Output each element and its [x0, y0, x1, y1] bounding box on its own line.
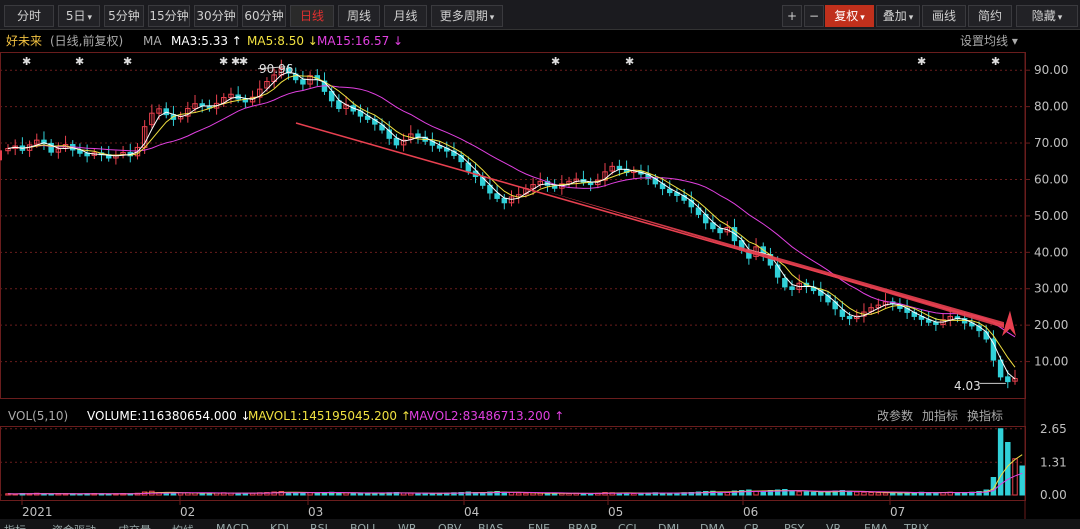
price-tick-label: 30.00 — [1034, 282, 1068, 296]
candle-body — [393, 137, 400, 146]
price-tick-label: 60.00 — [1034, 172, 1068, 186]
trend-arrow-icon — [1002, 310, 1016, 337]
price-tick-label: 20.00 — [1034, 318, 1068, 332]
volume-bar — [861, 491, 867, 496]
date-label: 02 — [180, 505, 195, 519]
candle-body — [1005, 376, 1011, 383]
indicator-tab-20[interactable]: TRIX — [904, 522, 929, 529]
volume-bar — [343, 492, 349, 496]
event-marker-icon: ✱ — [991, 55, 1000, 68]
mavol2-line — [7, 472, 1023, 495]
price-tick-label: 40.00 — [1034, 245, 1068, 259]
event-marker-icon: ✱ — [917, 55, 926, 68]
price-frame — [0, 52, 1026, 399]
volume-bar — [350, 492, 356, 496]
date-label: 04 — [464, 505, 479, 519]
candle-body — [846, 315, 853, 320]
volume-bar — [789, 490, 795, 496]
edge-marker — [0, 150, 2, 161]
indicator-tab-11[interactable]: ENE — [528, 522, 550, 529]
volume-bar — [796, 491, 802, 496]
candle-body — [774, 264, 781, 278]
indicator-tab-9[interactable]: OBV — [438, 522, 461, 529]
volume-tick-label: 0.00 — [1040, 488, 1067, 502]
indicator-tab-8[interactable]: WR — [398, 522, 417, 529]
event-marker-icon: ✱ — [123, 55, 132, 68]
candle-body — [501, 197, 508, 204]
date-label: 06 — [743, 505, 758, 519]
candle-body — [300, 79, 306, 85]
volume-bar — [875, 492, 882, 496]
indicator-tabs: 指标 资金驱动 成交量 均线 MACD KDJ RSI BOLL WR OBV BIAS ENE BRA… — [0, 519, 1080, 529]
date-label: 07 — [890, 505, 905, 519]
candle-body — [789, 286, 795, 290]
price-tick-label: 80.00 — [1034, 100, 1068, 114]
volume-bar — [1019, 465, 1025, 496]
volume-bar — [810, 491, 817, 496]
volume-tick-label: 2.65 — [1040, 422, 1067, 436]
volume-bar — [760, 491, 766, 496]
event-marker-icon: ✱ — [625, 55, 634, 68]
indicator-tab-2[interactable]: 成交量 — [118, 522, 151, 529]
high-annotation: 90.96 — [259, 62, 293, 76]
price-tick-label: 50.00 — [1034, 209, 1068, 223]
volume-bar — [803, 491, 810, 496]
candle-body — [990, 338, 997, 361]
indicator-tab-10[interactable]: BIAS — [478, 522, 503, 529]
indicator-tab-3[interactable]: 均线 — [172, 522, 194, 529]
volume-bar — [889, 492, 896, 496]
event-marker-icon: ✱ — [239, 55, 248, 68]
volume-bar — [242, 493, 249, 496]
price-tick-label: 70.00 — [1034, 136, 1068, 150]
indicator-tab-12[interactable]: BRAR — [568, 522, 598, 529]
indicator-tab-14[interactable]: DMI — [658, 522, 679, 529]
indicator-tab-5[interactable]: KDJ — [270, 522, 289, 529]
candle-body — [336, 100, 342, 109]
candle-body — [983, 331, 989, 340]
price-tick-label: 90.00 — [1034, 63, 1068, 77]
volume-frame — [0, 426, 1026, 501]
volume-bar — [868, 492, 874, 496]
date-label: 03 — [308, 505, 323, 519]
event-marker-icon: ✱ — [551, 55, 560, 68]
indicator-tab-1[interactable]: 资金驱动 — [52, 522, 96, 529]
event-marker-icon: ✱ — [75, 55, 84, 68]
volume-bar — [357, 492, 364, 496]
candle-body — [494, 193, 500, 199]
volume-bar — [515, 492, 522, 496]
volume-bar — [882, 492, 889, 496]
volume-tick-label: 1.31 — [1040, 455, 1067, 469]
candle-body — [839, 309, 846, 317]
indicator-tab-18[interactable]: VR — [826, 522, 841, 529]
candle-body — [782, 278, 788, 288]
indicator-tab-17[interactable]: PSY — [784, 522, 804, 529]
low-annotation: 4.03 — [954, 379, 981, 393]
volume-bar — [206, 493, 213, 496]
indicator-tab-13[interactable]: CCI — [618, 522, 637, 529]
indicator-tab-4[interactable]: MACD — [216, 522, 249, 529]
candle-body — [933, 321, 939, 325]
date-label: 05 — [608, 505, 623, 519]
indicator-tab-6[interactable]: RSI — [310, 522, 328, 529]
trend-line-band — [540, 189, 1004, 329]
volume-bar — [300, 492, 306, 496]
volume-bar — [544, 493, 551, 496]
indicator-tab-0[interactable]: 指标 — [4, 522, 26, 529]
indicator-tab-16[interactable]: CR — [744, 522, 759, 529]
date-label: 2021 — [22, 505, 53, 519]
volume-bar — [631, 493, 637, 496]
volume-bar — [523, 492, 529, 496]
kline-chart[interactable]: 90.00 80.00 70.00 60.00 50.00 40.00 30.00 20.00… — [0, 0, 1080, 519]
mavol1-line — [7, 454, 1023, 495]
indicator-tab-15[interactable]: DMA — [700, 522, 726, 529]
ma15-line — [7, 85, 1016, 338]
indicator-tab-7[interactable]: BOLL — [350, 522, 378, 529]
event-marker-icon: ✱ — [219, 55, 228, 68]
price-tick-label: 10.00 — [1034, 355, 1068, 369]
indicator-tab-19[interactable]: EMA — [864, 522, 888, 529]
volume-bar — [415, 493, 421, 496]
volume-bar — [854, 491, 860, 496]
candle-body — [717, 228, 723, 234]
event-marker-icon: ✱ — [22, 55, 31, 68]
